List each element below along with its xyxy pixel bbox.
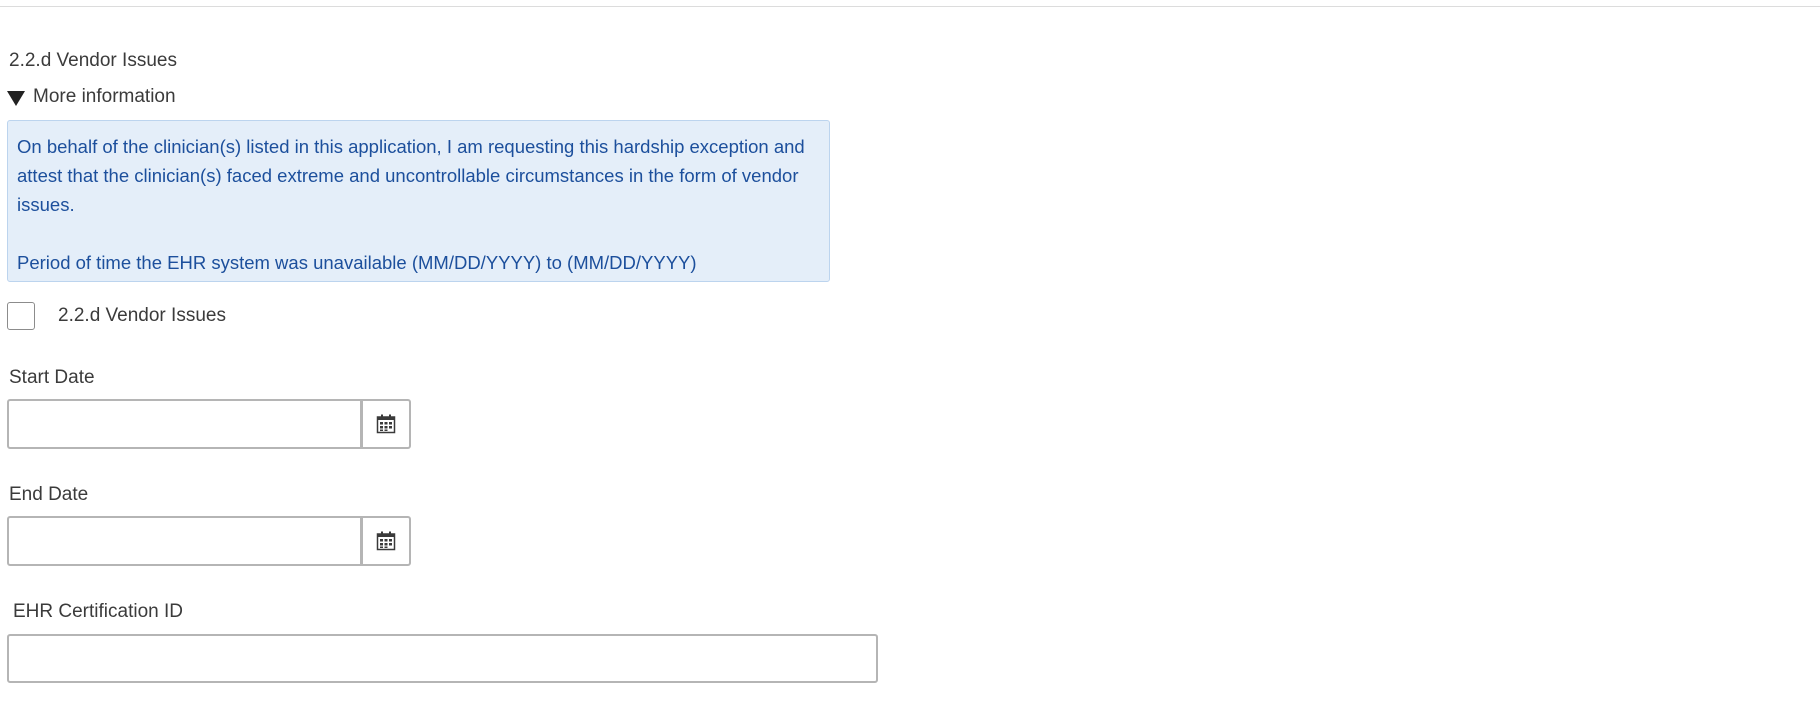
more-information-toggle[interactable]: More information <box>7 85 176 109</box>
start-date-calendar-button[interactable] <box>362 399 411 449</box>
vendor-issues-checkbox-row: 2.2.d Vendor Issues <box>7 301 226 331</box>
calendar-icon <box>376 531 396 551</box>
end-date-input[interactable] <box>7 516 362 566</box>
vendor-issues-checkbox[interactable] <box>7 302 35 330</box>
ehr-certification-id-label: EHR Certification ID <box>13 601 183 622</box>
triangle-down-icon <box>7 90 25 106</box>
vendor-issues-form: 2.2.d Vendor Issues More information On … <box>0 0 1820 702</box>
end-date-label: End Date <box>9 484 89 505</box>
top-divider <box>0 6 1820 7</box>
ehr-certification-id-input[interactable] <box>7 634 878 683</box>
info-paragraph-period: Period of time the EHR system was unavai… <box>17 252 697 273</box>
start-date-label: Start Date <box>9 367 95 388</box>
start-date-group <box>7 399 411 449</box>
end-date-group <box>7 516 411 566</box>
info-paragraph-attestation: On behalf of the clinician(s) listed in … <box>17 136 805 215</box>
vendor-issues-checkbox-label[interactable]: 2.2.d Vendor Issues <box>58 304 226 328</box>
more-information-panel: On behalf of the clinician(s) listed in … <box>7 120 830 282</box>
end-date-calendar-button[interactable] <box>362 516 411 566</box>
start-date-input[interactable] <box>7 399 362 449</box>
more-information-label: More information <box>33 86 176 107</box>
calendar-icon <box>376 414 396 434</box>
section-title: 2.2.d Vendor Issues <box>9 50 177 71</box>
